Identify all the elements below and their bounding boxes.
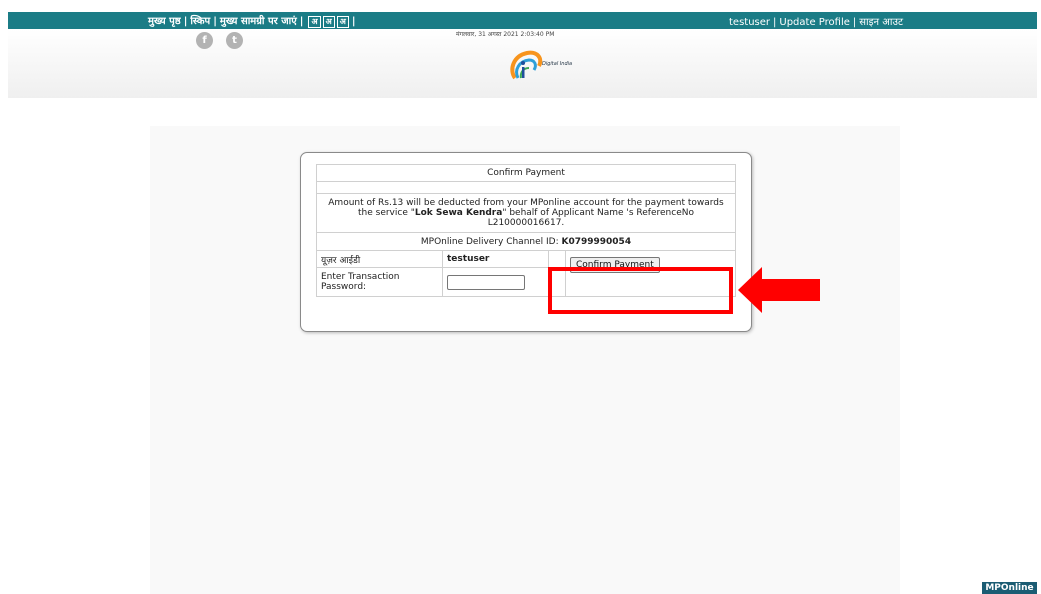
digital-india-logo-icon: [510, 50, 543, 80]
spacer-cell: [316, 181, 736, 194]
username-link[interactable]: testuser: [729, 17, 770, 28]
user-id-row: यूज़र आईडी testuser Confirm Payment: [316, 250, 736, 297]
skip-link[interactable]: स्किप: [190, 16, 210, 27]
main-content-link[interactable]: मुख्य सामग्री पर जाएं: [220, 16, 297, 27]
font-size-small-button[interactable]: अ: [308, 16, 321, 28]
dialog-title: Confirm Payment: [316, 164, 736, 182]
top-links: मुख्य पृष्ठ | स्किप | मुख्य सामग्री पर जाएं |…: [148, 13, 358, 28]
twitter-icon[interactable]: t: [226, 32, 243, 49]
title-row: Confirm Payment: [316, 164, 736, 182]
channel-label: MPOnline Delivery Channel ID:: [420, 236, 562, 247]
service-name: Lok Sewa Kendra: [414, 208, 503, 218]
confirm-button-highlight-box: [548, 267, 733, 314]
user-id-label: यूज़र आईडी: [316, 250, 443, 268]
transaction-password-input[interactable]: [447, 274, 525, 290]
channel-id: K0799990054: [561, 236, 632, 247]
spacer-row: [316, 181, 736, 194]
password-cell: [442, 267, 549, 297]
channel-row: MPOnline Delivery Channel ID: K079999005…: [316, 232, 736, 251]
separator: |: [299, 16, 304, 27]
message-row: Amount of Rs.13 will be deducted from yo…: [316, 193, 736, 233]
home-link[interactable]: मुख्य पृष्ठ: [148, 16, 181, 27]
site-header: f t मंगलवार, 31 अगस्त 2021 2:03:40 PM Di…: [8, 29, 1037, 98]
current-datetime: मंगलवार, 31 अगस्त 2021 2:03:40 PM: [456, 31, 555, 38]
facebook-icon[interactable]: f: [196, 32, 213, 49]
user-id-value: testuser: [442, 250, 549, 268]
user-links: testuser | Update Profile | साइन आउट: [729, 14, 903, 28]
separator: |: [183, 16, 188, 27]
red-arrow-icon: [738, 267, 820, 313]
channel-cell: MPOnline Delivery Channel ID: K079999005…: [316, 232, 736, 251]
payment-message: Amount of Rs.13 will be deducted from yo…: [316, 193, 736, 233]
font-size-large-button[interactable]: अ: [336, 16, 349, 28]
empty-cell: [548, 250, 566, 268]
digital-india-logo-text: Digital India: [542, 61, 573, 67]
separator: |: [351, 16, 356, 27]
separator: |: [852, 17, 857, 28]
separator: |: [773, 17, 777, 28]
password-label: Enter Transaction Password:: [316, 267, 443, 297]
mponline-badge: MPOnline: [982, 582, 1037, 594]
separator: |: [213, 16, 217, 27]
top-navigation-bar: मुख्य पृष्ठ | स्किप | मुख्य सामग्री पर जाएं |…: [8, 12, 1037, 29]
message-suffix: " behalf of Applicant Name 's ReferenceN…: [487, 208, 694, 228]
update-profile-link[interactable]: Update Profile: [779, 17, 850, 28]
digital-india-logo: Digital India: [505, 48, 595, 82]
sign-out-link[interactable]: साइन आउट: [859, 17, 903, 28]
font-size-normal-button[interactable]: अ: [322, 16, 335, 28]
